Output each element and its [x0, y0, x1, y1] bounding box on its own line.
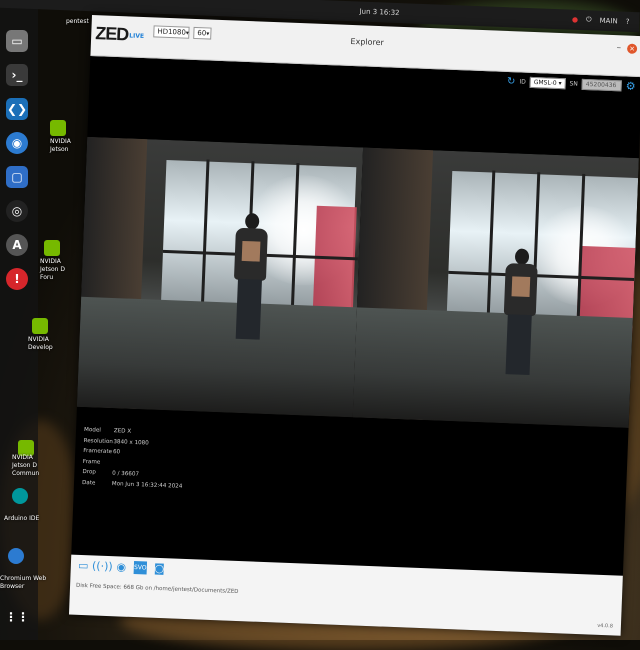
- info-value: 3840 x 1080: [113, 438, 149, 446]
- screenshot-icon[interactable]: ▢: [6, 166, 28, 188]
- terminal-icon[interactable]: ›_: [6, 64, 28, 86]
- chromium-shortcut-icon[interactable]: [8, 548, 24, 564]
- power-icon[interactable]: ⏻: [586, 15, 592, 24]
- record-icon[interactable]: ◉: [115, 560, 128, 573]
- info-label: Frame Drop: [82, 458, 101, 476]
- disk-free-space: Disk Free Space: 668 Gb on /home/jentest…: [75, 582, 239, 596]
- scene-floor: [352, 307, 633, 428]
- info-value: 60: [112, 449, 121, 456]
- id-label: ID: [519, 78, 526, 86]
- right-camera-view[interactable]: [352, 147, 639, 428]
- tool-icons: ▭ ((·)) ◉ SVO ◙: [77, 559, 166, 575]
- refresh-icon[interactable]: ↻: [507, 76, 516, 87]
- network-icon[interactable]: ●: [572, 15, 578, 23]
- settings-gear-icon[interactable]: ⚙: [626, 80, 636, 93]
- software-updater-icon[interactable]: A: [6, 234, 28, 256]
- chromium-icon[interactable]: ◉: [6, 132, 28, 154]
- camera-id-value: GMSL-0: [533, 79, 557, 87]
- serial-number-field[interactable]: 45200436: [581, 78, 623, 92]
- shirt-print: [511, 276, 531, 298]
- svo-icon[interactable]: SVO: [133, 561, 148, 575]
- shirt-print: [241, 240, 261, 262]
- camera-controls: ↻ ID GMSL-0 ▾ SN 45200436 ⚙: [507, 75, 636, 93]
- camera-snapshot-icon[interactable]: ◙: [153, 562, 166, 575]
- info-value: ZED X: [113, 428, 132, 435]
- info-value: 0 / 36607: [112, 470, 140, 478]
- clock[interactable]: Jun 3 16:32: [359, 8, 399, 18]
- user-label[interactable]: MAIN: [599, 16, 617, 25]
- desktop-item-label: Arduino IDE: [4, 515, 40, 522]
- obs-icon[interactable]: ◎: [6, 200, 28, 222]
- nvidia-shortcut-icon[interactable]: [44, 240, 60, 256]
- desktop-item-label: NVIDIA Jetson D Commun: [12, 454, 40, 477]
- desktop-item-label: NVIDIA Develop: [28, 336, 53, 351]
- camera-id-select[interactable]: GMSL-0 ▾: [529, 76, 566, 90]
- left-camera-view[interactable]: [76, 136, 364, 418]
- show-apps-icon[interactable]: ⋮⋮: [5, 606, 29, 628]
- info-value: Mon Jun 3 16:32:44 2024: [111, 480, 183, 490]
- desktop-item-label: NVIDIA Jetson D Foru: [40, 258, 65, 281]
- help-icon[interactable]: ?: [626, 17, 630, 25]
- error-report-icon[interactable]: !: [6, 268, 28, 290]
- info-label: Date: [81, 479, 96, 486]
- files-icon[interactable]: ▭: [6, 30, 28, 52]
- system-tray: ● ⏻ MAIN ?: [572, 15, 630, 26]
- camera-info-panel: Model ZED X Resolution 3840 x 1080 Frame…: [82, 425, 185, 492]
- sn-label: SN: [569, 80, 578, 88]
- nvidia-shortcut-icon[interactable]: [32, 318, 48, 334]
- stream-icon[interactable]: ((·)): [92, 559, 113, 573]
- version-label: v4.0.8: [597, 622, 614, 630]
- arduino-icon[interactable]: [12, 488, 28, 504]
- nvidia-shortcut-icon[interactable]: [50, 120, 66, 136]
- desktop-item-label: pentest: [66, 18, 89, 25]
- minimize-button[interactable]: –: [616, 43, 621, 53]
- desktop-item-label: NVIDIA Jetson: [50, 138, 71, 153]
- vscode-icon[interactable]: ❮❯: [6, 98, 28, 120]
- person-legs: [235, 278, 262, 340]
- red-banner: [312, 205, 357, 318]
- person-legs: [505, 314, 532, 376]
- scene-floor: [76, 296, 357, 418]
- desktop-item-label: Chromium Web Browser: [0, 575, 47, 590]
- zed-explorer-window: ZED LIVE HD1080 ▾ 60 ▾ Explorer – × ↻ ID…: [68, 15, 640, 636]
- folder-icon[interactable]: ▭: [77, 559, 90, 572]
